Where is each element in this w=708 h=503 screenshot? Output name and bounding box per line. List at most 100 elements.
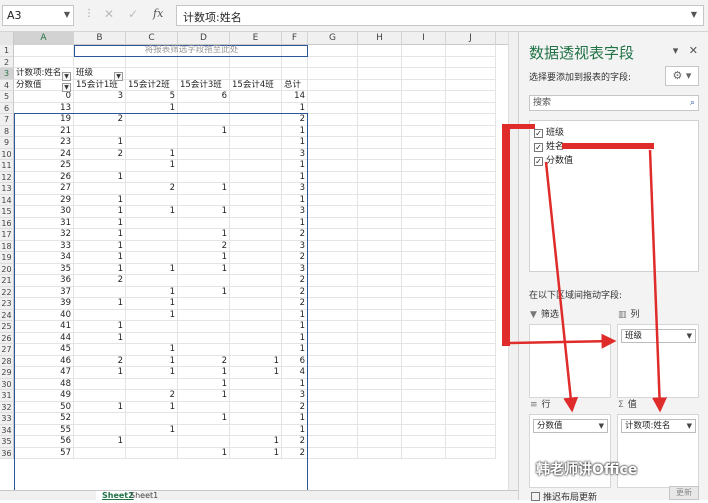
cell-e15[interactable] [230,206,282,218]
cell-j17[interactable] [446,229,496,241]
cell-e11[interactable] [230,160,282,172]
gear-icon[interactable]: ⚙ ▾ [665,66,699,86]
cell-f9[interactable]: 1 [282,137,308,149]
cell-d5[interactable]: 6 [178,91,230,103]
row-header[interactable]: 9 [0,137,14,149]
cell-b35[interactable]: 1 [74,436,126,448]
cell-a18[interactable]: 33 [14,240,74,252]
cell-i7[interactable] [402,114,446,126]
cell-h22[interactable] [358,286,402,298]
cell-e20[interactable] [230,263,282,275]
cell-a22[interactable]: 37 [14,286,74,298]
cell-f8[interactable]: 1 [282,125,308,137]
cell-b4[interactable]: 15会计1班 [74,79,126,91]
row-header[interactable]: 27 [0,344,14,356]
cell-e36[interactable]: 1 [230,447,282,459]
cell-h7[interactable] [358,114,402,126]
chevron-down-icon[interactable]: ▼ [687,420,692,432]
cell-f27[interactable]: 1 [282,344,308,356]
cell-b23[interactable]: 1 [74,298,126,310]
cell-i35[interactable] [402,436,446,448]
cell-h20[interactable] [358,263,402,275]
row-header[interactable]: 5 [0,91,14,103]
cell-a1[interactable] [14,45,74,57]
cell-g21[interactable] [308,275,358,287]
cell-g12[interactable] [308,171,358,183]
cell-j5[interactable] [446,91,496,103]
cell-d31[interactable]: 1 [178,390,230,402]
cell-d30[interactable]: 1 [178,378,230,390]
cell-h4[interactable] [358,79,402,91]
cell-h26[interactable] [358,332,402,344]
cell-g30[interactable] [308,378,358,390]
cell-b14[interactable]: 1 [74,194,126,206]
row-header[interactable]: 24 [0,309,14,321]
cell-b16[interactable]: 1 [74,217,126,229]
cell-i33[interactable] [402,413,446,425]
cell-f24[interactable]: 1 [282,309,308,321]
cell-b29[interactable]: 1 [74,367,126,379]
cell-j6[interactable] [446,102,496,114]
cell-f30[interactable]: 1 [282,378,308,390]
update-button[interactable]: 更新 [669,486,699,500]
cell-d36[interactable]: 1 [178,447,230,459]
cell-j35[interactable] [446,436,496,448]
cell-i14[interactable] [402,194,446,206]
cell-e8[interactable] [230,125,282,137]
cell-g5[interactable] [308,91,358,103]
defer-update-option[interactable]: 推迟布局更新 [531,490,597,503]
select-all-corner[interactable] [0,32,14,45]
cell-a13[interactable]: 27 [14,183,74,195]
cell-d10[interactable] [178,148,230,160]
cell-i30[interactable] [402,378,446,390]
cell-i5[interactable] [402,91,446,103]
cell-i3[interactable] [402,68,446,80]
cell-i22[interactable] [402,286,446,298]
cell-j25[interactable] [446,321,496,333]
cell-a27[interactable]: 45 [14,344,74,356]
row-header[interactable]: 25 [0,321,14,333]
field-item-name[interactable]: ✓ 姓名 [534,139,564,152]
cell-j23[interactable] [446,298,496,310]
cell-d33[interactable]: 1 [178,413,230,425]
cell-i13[interactable] [402,183,446,195]
cell-a14[interactable]: 29 [14,194,74,206]
formula-bar-grip-icon[interactable]: ⋮ [84,8,94,19]
row-header[interactable]: 2 [0,56,14,68]
cell-h28[interactable] [358,355,402,367]
pivot-dropdown-button[interactable]: ▼ [114,72,123,81]
filters-area[interactable]: ▼ 筛选 [529,310,611,398]
row-header[interactable]: 4 [0,79,14,91]
cell-h23[interactable] [358,298,402,310]
cell-c19[interactable] [126,252,178,264]
cell-b9[interactable]: 1 [74,137,126,149]
cell-c33[interactable] [126,413,178,425]
cell-h9[interactable] [358,137,402,149]
cell-g22[interactable] [308,286,358,298]
cell-h21[interactable] [358,275,402,287]
cell-c8[interactable] [126,125,178,137]
column-header-i[interactable]: I [402,32,446,45]
row-header[interactable]: 26 [0,332,14,344]
cell-i24[interactable] [402,309,446,321]
row-header[interactable]: 11 [0,160,14,172]
cell-f17[interactable]: 2 [282,229,308,241]
cell-i23[interactable] [402,298,446,310]
cell-j28[interactable] [446,355,496,367]
cell-b25[interactable]: 1 [74,321,126,333]
cell-b20[interactable]: 1 [74,263,126,275]
pivot-dropdown-button[interactable]: ▼ [62,83,71,92]
cell-g18[interactable] [308,240,358,252]
cell-d11[interactable] [178,160,230,172]
row-header[interactable]: 31 [0,390,14,402]
name-box[interactable]: A3 ▼ [2,5,74,26]
cell-d14[interactable] [178,194,230,206]
cell-c14[interactable] [126,194,178,206]
cell-e25[interactable] [230,321,282,333]
cell-e9[interactable] [230,137,282,149]
cell-b24[interactable] [74,309,126,321]
cell-b13[interactable] [74,183,126,195]
cell-h16[interactable] [358,217,402,229]
cell-i11[interactable] [402,160,446,172]
cell-c17[interactable] [126,229,178,241]
